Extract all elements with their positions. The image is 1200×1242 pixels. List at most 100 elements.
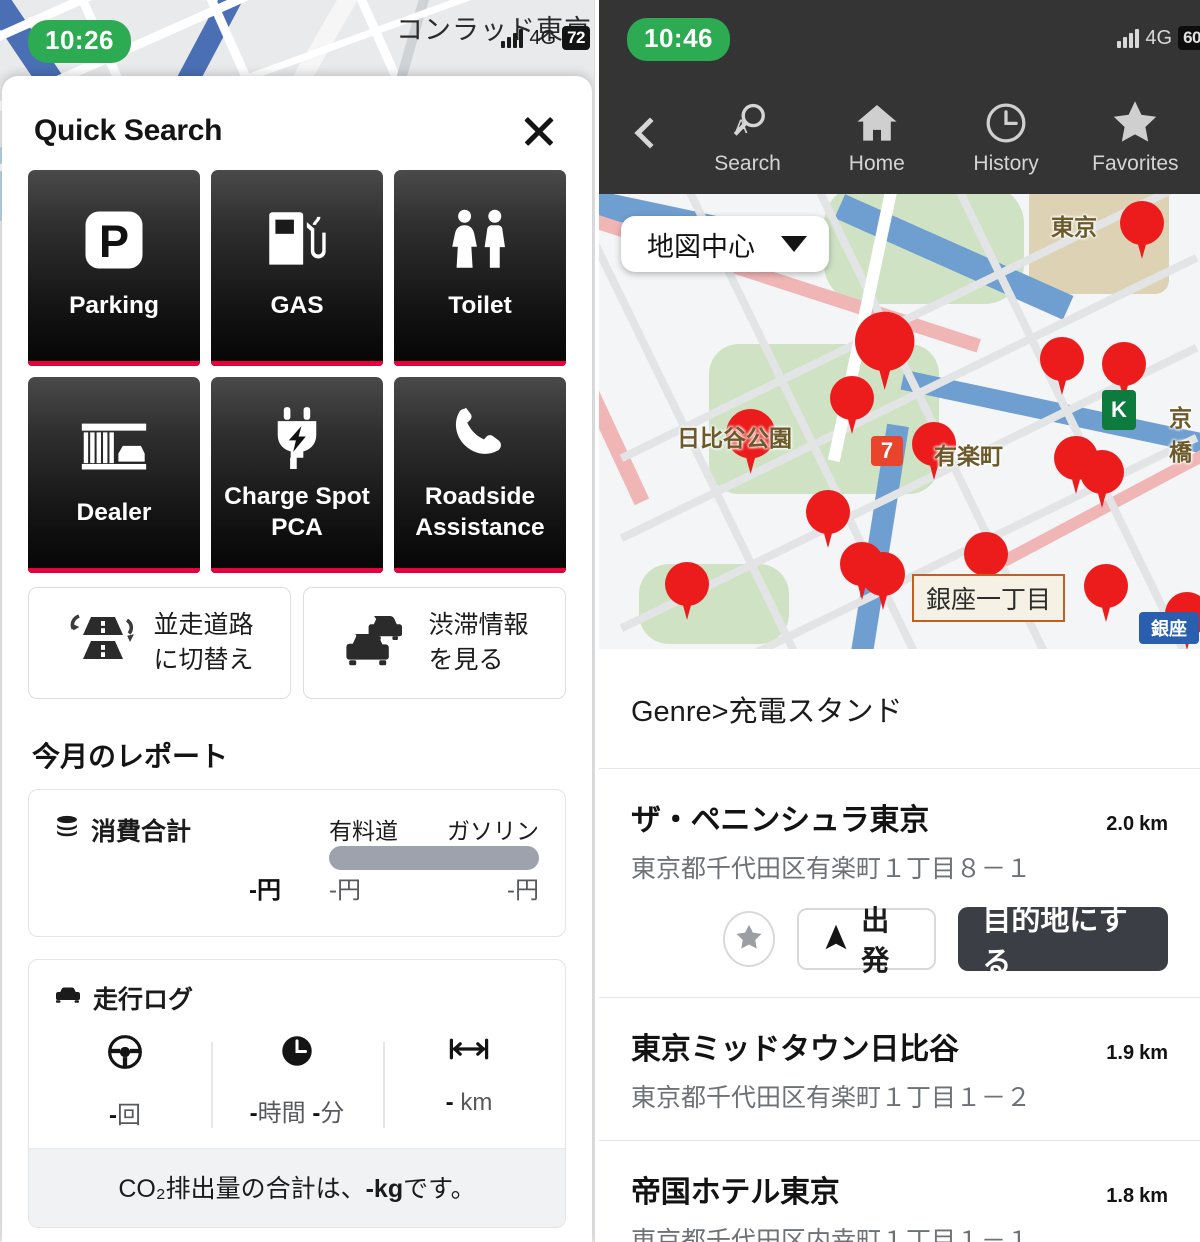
report-section-title: 今月のレポート xyxy=(32,741,229,772)
stat-distance: - km xyxy=(383,1032,555,1130)
system-indicators: 4G 72 xyxy=(501,26,590,50)
tile-gas[interactable]: GAS xyxy=(211,170,383,366)
poi-name: 東京ミッドタウン日比谷 xyxy=(631,1033,959,1066)
star-icon xyxy=(734,922,764,957)
nav-label: Home xyxy=(848,152,905,175)
left-screen: コンラッド東京 10:26 4G 72 Quick Search P Parki… xyxy=(0,0,594,1242)
stat-trips-value: --回回 xyxy=(109,1102,141,1129)
list-item[interactable]: 東京ミッドタウン日比谷 1.9 km 東京都千代田区有楽町１丁目１－２ xyxy=(599,998,1200,1141)
home-icon xyxy=(854,90,900,146)
nav-items: A Search Home History Favorites xyxy=(599,72,1200,194)
poi-distance: 2.0 km xyxy=(1106,813,1168,835)
tile-label: Parking xyxy=(69,292,159,319)
clock-time: 10:26 xyxy=(28,20,131,63)
quick-search-tile-grid: P Parking GAS Toilet Dealer Charge Spot … xyxy=(26,170,568,573)
map-pin[interactable] xyxy=(806,490,850,548)
map-pin[interactable] xyxy=(1080,450,1124,508)
dual-screenshot-stage: コンラッド東京 10:26 4G 72 Quick Search P Parki… xyxy=(0,0,1200,1242)
co2-value: -kg xyxy=(365,1175,404,1203)
set-destination-button[interactable]: 目的地にする xyxy=(958,905,1168,979)
tile-toilet[interactable]: Toilet xyxy=(394,170,566,366)
close-icon[interactable] xyxy=(518,110,560,152)
poi-distance: 1.9 km xyxy=(1106,1042,1168,1064)
co2-suffix: です。 xyxy=(403,1175,476,1203)
poi-actions: 出発 目的地にする xyxy=(631,885,1168,997)
map-label-tokyo: 東京 xyxy=(1051,214,1097,240)
drive-log-stats: --回回 -時間 -分 xyxy=(29,1022,565,1148)
fuel-pump-icon xyxy=(260,192,334,288)
view-traffic-button[interactable]: 渋滞情報 を見る xyxy=(303,587,566,699)
right-map[interactable]: 地図中心 日比谷公園 東京 有楽町 京橋 銀座一丁目 K 7 銀座 xyxy=(599,194,1200,649)
map-pin[interactable] xyxy=(665,562,709,620)
tile-label: Dealer xyxy=(76,499,152,526)
favorite-button[interactable] xyxy=(723,911,776,967)
tile-label: Toilet xyxy=(448,292,512,319)
clock-icon xyxy=(983,90,1029,146)
nav-item-history[interactable]: History xyxy=(941,90,1070,176)
stat-distance-value: - km xyxy=(445,1089,493,1116)
navigation-arrow-icon xyxy=(823,923,849,956)
nav-item-home[interactable]: Home xyxy=(812,90,941,176)
poi-name: 帝国ホテル東京 xyxy=(631,1176,840,1209)
genre-breadcrumb[interactable]: Genre>充電スタンド xyxy=(599,649,1200,769)
page-title: Quick Search xyxy=(34,114,223,147)
map-label-hibiya-park: 日比谷公園 xyxy=(677,425,792,451)
poi-distance: 1.8 km xyxy=(1106,1185,1168,1207)
tile-charge-spot-pca[interactable]: Charge Spot PCA xyxy=(211,377,383,573)
chevron-left-icon xyxy=(634,117,666,149)
tile-parking[interactable]: P Parking xyxy=(28,170,200,366)
star-icon xyxy=(1111,90,1159,146)
drive-log-card: 走行ログ --回回 xyxy=(28,959,566,1228)
consumption-header: 消費合計 有料道 ガソリン xyxy=(53,812,539,848)
car-icon xyxy=(53,983,83,1014)
map-pin[interactable] xyxy=(830,376,874,434)
network-type: 4G xyxy=(1145,26,1173,49)
tile-roadside-assistance[interactable]: Roadside Assistance xyxy=(394,377,566,573)
nav-item-search[interactable]: A Search xyxy=(683,90,812,176)
station-chip-ginza: 銀座 xyxy=(1139,612,1199,644)
tile-label: GAS xyxy=(270,292,324,319)
distance-icon xyxy=(447,1032,491,1071)
map-pin[interactable] xyxy=(1084,564,1128,622)
signal-bars-icon xyxy=(501,28,524,48)
system-indicators: 4G 60 xyxy=(1117,26,1200,50)
chevron-down-icon xyxy=(781,236,807,252)
poi-address: 東京都千代田区内幸町１丁目１－１ xyxy=(631,1227,1032,1242)
consumption-label: 消費合計 xyxy=(53,812,191,848)
view-traffic-label: 渋滞情報 を見る xyxy=(428,610,529,675)
map-label-kyobashi: 京橋 xyxy=(1169,405,1192,465)
phone-icon xyxy=(446,393,514,479)
traffic-jam-icon xyxy=(340,611,412,676)
back-button[interactable] xyxy=(609,117,683,149)
list-item[interactable]: ザ・ペニンシュラ東京 2.0 km 東京都千代田区有楽町１丁目８－１ 出発 目的地… xyxy=(599,769,1200,998)
map-pin[interactable] xyxy=(1040,337,1084,395)
map-label-yurakucho: 有楽町 xyxy=(934,443,1003,469)
poi-title-row: 東京ミッドタウン日比谷 1.9 km xyxy=(631,1024,1168,1068)
poi-name: ザ・ペニンシュラ東京 xyxy=(631,804,929,837)
switch-parallel-road-button[interactable]: 並走道路 に切替え xyxy=(28,587,291,699)
quick-search-sheet: Quick Search P Parking GAS Toilet Dealer… xyxy=(2,76,592,1242)
consumption-total-value: -円 xyxy=(249,877,281,904)
co2-prefix: CO₂排出量の合計は、 xyxy=(118,1175,366,1203)
station-chip-keikyu: K xyxy=(1102,390,1136,430)
co2-summary: CO₂排出量の合計は、-kgです。 xyxy=(29,1148,565,1227)
nav-item-favorites[interactable]: Favorites xyxy=(1071,90,1200,176)
tile-dealer[interactable]: Dealer xyxy=(28,377,200,573)
battery-level: 72 xyxy=(562,26,590,50)
drive-log-label: 走行ログ xyxy=(29,960,565,1022)
map-center-dropdown[interactable]: 地図中心 xyxy=(621,216,829,272)
steering-wheel-icon xyxy=(105,1032,145,1077)
nav-label: Favorites xyxy=(1092,152,1179,175)
map-pin[interactable] xyxy=(861,552,905,610)
poi-title-row: 帝国ホテル東京 1.8 km xyxy=(631,1167,1168,1211)
list-item[interactable]: 帝国ホテル東京 1.8 km 東京都千代田区内幸町１丁目１－１ xyxy=(599,1141,1200,1242)
stat-duration: -時間 -分 xyxy=(211,1032,383,1130)
tile-label: Charge Spot PCA xyxy=(224,483,370,542)
jp-action-row: 並走道路 に切替え 渋滞情報 を見る xyxy=(26,587,568,699)
depart-label: 出発 xyxy=(861,905,890,976)
map-pin[interactable] xyxy=(1120,201,1164,259)
consumption-bar xyxy=(329,846,539,870)
signal-bars-icon xyxy=(1117,28,1140,48)
gas-column-header: ガソリン xyxy=(447,818,539,844)
depart-button[interactable]: 出発 xyxy=(797,905,937,976)
